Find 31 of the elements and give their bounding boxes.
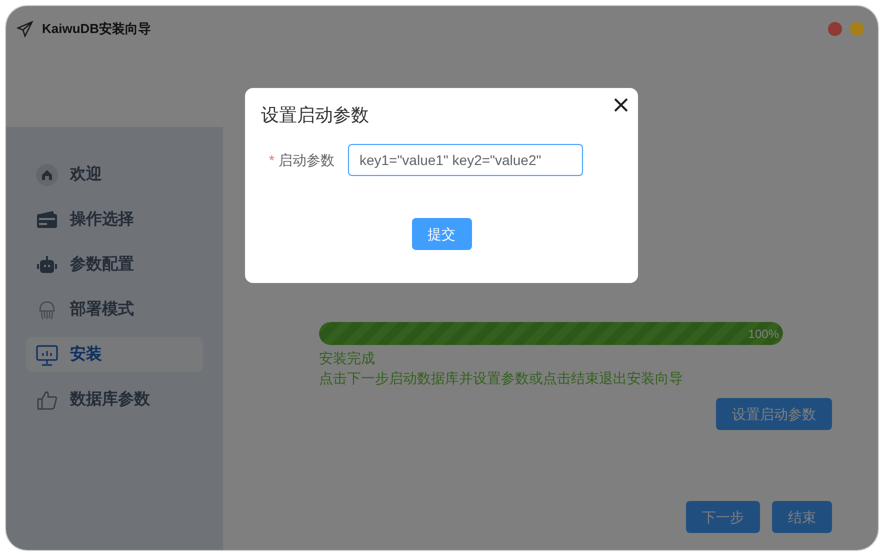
sidebar-item[interactable]: 操作选择 <box>26 202 203 237</box>
submit-button[interactable]: 提交 <box>412 218 472 250</box>
next-button[interactable]: 下一步 <box>686 501 760 533</box>
close-icon[interactable] <box>612 96 630 114</box>
sidebar-item-label: 操作选择 <box>70 210 134 230</box>
sidebar-item-label: 安装 <box>70 344 102 364</box>
status-text: 点击下一步启动数据库并设置参数或点击结束退出安装向导 <box>319 369 684 388</box>
robot-icon <box>36 254 58 276</box>
sidebar-item-label: 部署模式 <box>70 299 134 320</box>
required-mark: * <box>269 150 274 170</box>
field-label: 启动参数 <box>278 150 336 170</box>
progress-label: 100% <box>748 326 779 342</box>
sidebar-item-label: 数据库参数 <box>70 389 150 410</box>
sidebar-item-label: 参数配置 <box>70 254 134 274</box>
status-text: 安装完成 <box>319 349 376 368</box>
sidebar-item[interactable]: 安装 <box>26 337 203 372</box>
thumbs-up-icon <box>36 388 58 410</box>
params-input-field[interactable]: key1="value1" key2="value2" <box>348 144 584 176</box>
home-icon <box>36 164 58 186</box>
sidebar-item-label: 欢迎 <box>70 164 102 184</box>
sidebar-item[interactable]: 数据库参数 <box>26 382 203 417</box>
finish-button[interactable]: 结束 <box>772 501 832 533</box>
sidebar-item[interactable]: 欢迎 <box>26 157 203 192</box>
dialog-title: 设置启动参数 <box>261 104 369 127</box>
card-icon <box>36 208 58 230</box>
paper-plane-icon <box>16 20 34 38</box>
set-params-button[interactable]: 设置启动参数 <box>716 398 832 430</box>
sidebar-item[interactable]: 部署模式 <box>26 292 203 327</box>
sidebar-item[interactable]: 参数配置 <box>26 247 203 282</box>
window-title: KaiwuDB安装向导 <box>42 20 152 38</box>
monitor-chart-icon <box>36 344 58 366</box>
